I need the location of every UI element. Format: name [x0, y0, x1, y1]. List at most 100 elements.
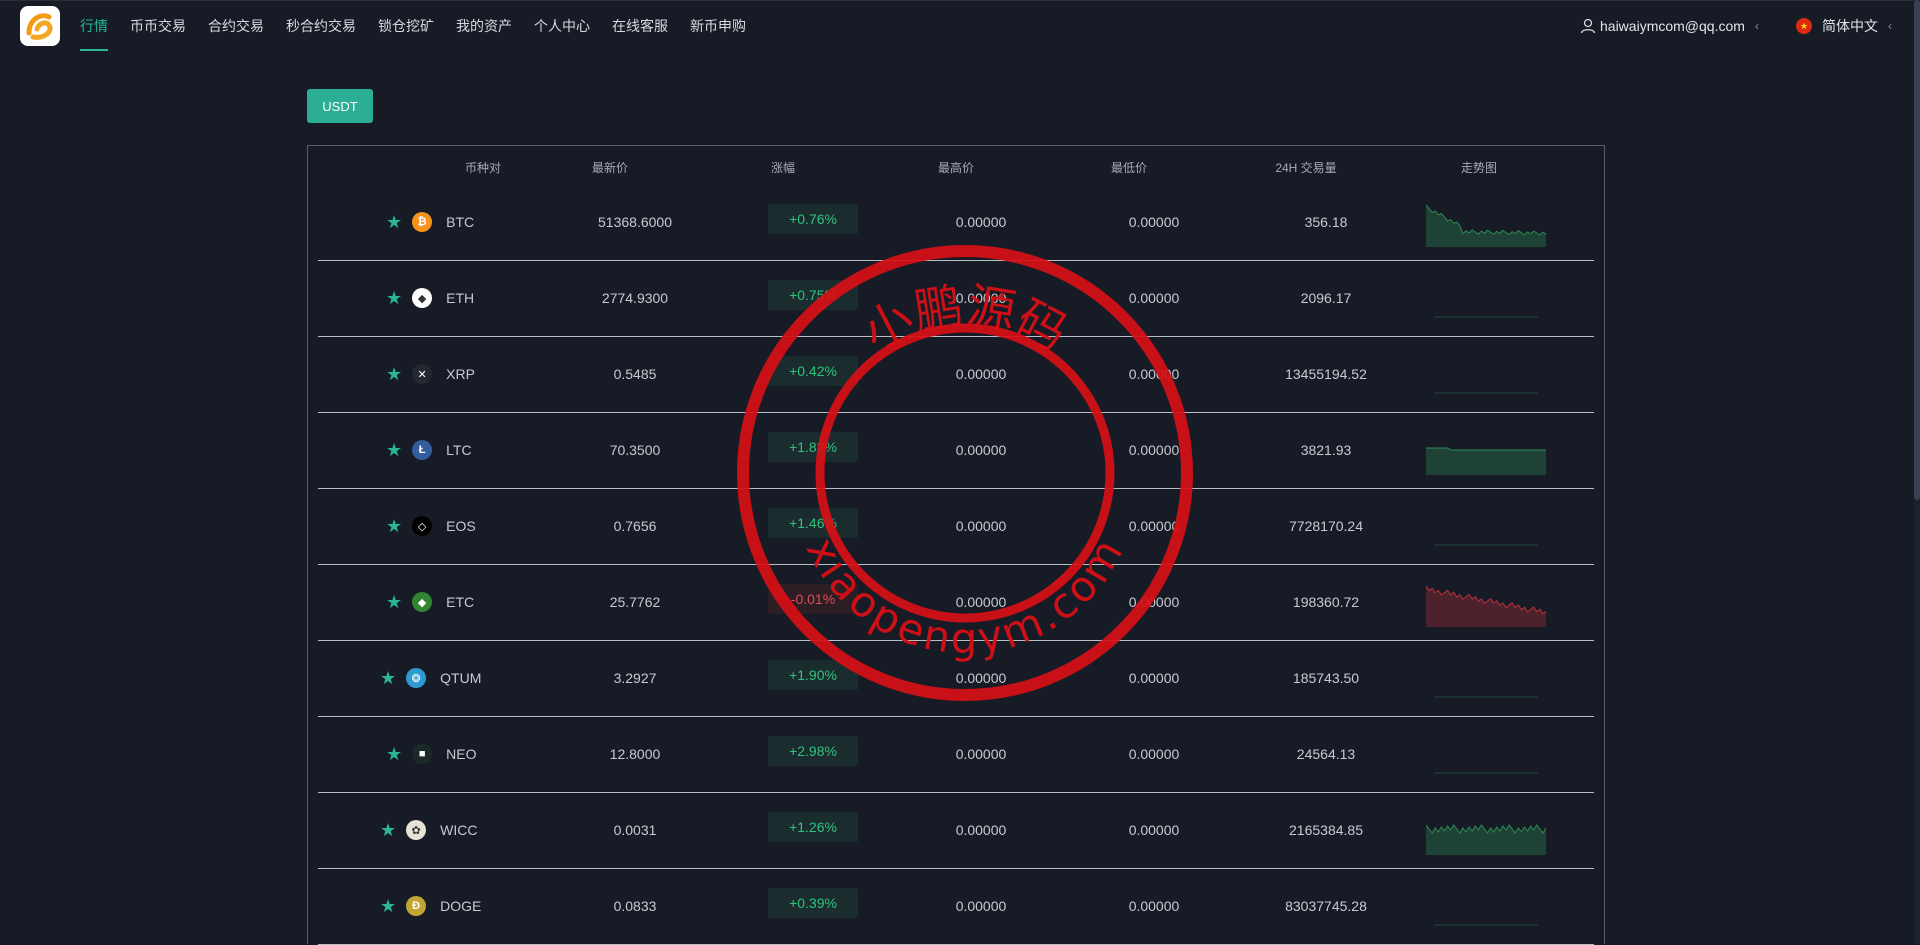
language-selector[interactable]: ★ 简体中文 ‹: [1796, 1, 1892, 51]
high-price-cell: 0.00000: [955, 822, 1007, 838]
scrollbar-thumb[interactable]: [1914, 0, 1920, 500]
low-price-cell: 0.00000: [1128, 594, 1180, 610]
star-favorite-icon[interactable]: ★: [380, 896, 396, 917]
high-price-cell: 0.00000: [955, 518, 1007, 534]
low-price-cell: 0.00000: [1128, 746, 1180, 762]
star-favorite-icon[interactable]: ★: [386, 364, 402, 385]
doge-icon: Ð: [406, 896, 427, 916]
change-badge: +2.98%: [768, 736, 858, 766]
user-menu[interactable]: haiwaiymcom@qq.com ‹: [1580, 1, 1759, 51]
pair-cell: ★ ◆ ETC: [386, 564, 474, 640]
pair-cell: ★ ■ NEO: [386, 716, 476, 792]
pair-cell: ★ ◇ EOS: [386, 488, 476, 564]
nav-item[interactable]: 行情: [80, 1, 108, 51]
nav-item[interactable]: 个人中心: [534, 1, 590, 51]
table-row[interactable]: ★ ₿ BTC 51368.6000 +0.76% 0.00000 0.00000 356.1…: [318, 184, 1594, 261]
pair-cell: ★ ❂ QTUM: [380, 640, 481, 716]
volume-cell: 198360.72: [1292, 594, 1360, 610]
coin-symbol: EOS: [446, 518, 476, 534]
nav-item[interactable]: 新币申购: [690, 1, 746, 51]
low-price-cell: 0.00000: [1128, 670, 1180, 686]
volume-cell: 3821.93: [1300, 442, 1352, 458]
header-change: 涨幅: [770, 161, 795, 175]
nav-item[interactable]: 锁仓挖矿: [378, 1, 434, 51]
logo-icon: [26, 13, 53, 40]
user-icon: [1580, 18, 1596, 34]
sparkline-chart: [1434, 544, 1538, 546]
low-price-cell: 0.00000: [1128, 290, 1180, 306]
table-row[interactable]: ★ ✕ XRP 0.5485 +0.42% 0.00000 0.00000 13455194.…: [318, 336, 1594, 413]
high-price-cell: 0.00000: [955, 214, 1007, 230]
low-price-cell: 0.00000: [1128, 214, 1180, 230]
eos-icon: ◇: [412, 516, 433, 536]
table-row[interactable]: ★ ❂ QTUM 3.2927 +1.90% 0.00000 0.00000 185743.5…: [318, 640, 1594, 717]
pair-cell: ★ Ł LTC: [386, 412, 472, 488]
qtum-icon: ❂: [406, 668, 427, 688]
header-volume: 24H 交易量: [1275, 161, 1337, 175]
user-email: haiwaiymcom@qq.com: [1600, 18, 1745, 34]
change-badge: +0.42%: [768, 356, 858, 386]
last-price-cell: 12.8000: [609, 746, 661, 762]
last-price-cell: 51368.6000: [598, 214, 672, 230]
pair-cell: ★ ◆ ETH: [386, 260, 474, 336]
high-price-cell: 0.00000: [955, 442, 1007, 458]
coin-symbol: LTC: [446, 442, 472, 458]
language-label: 简体中文: [1822, 18, 1878, 34]
star-favorite-icon[interactable]: ★: [380, 820, 396, 841]
chevron-left-icon: ‹: [1754, 19, 1759, 33]
nav-item[interactable]: 秒合约交易: [286, 1, 356, 51]
star-favorite-icon[interactable]: ★: [380, 668, 396, 689]
high-price-cell: 0.00000: [955, 670, 1007, 686]
neo-icon: ■: [412, 744, 433, 764]
scrollbar[interactable]: [1914, 0, 1920, 944]
volume-cell: 356.18: [1304, 214, 1348, 230]
xrp-icon: ✕: [412, 364, 433, 384]
nav-item[interactable]: 合约交易: [208, 1, 264, 51]
etc-icon: ◆: [412, 592, 433, 612]
brand-logo[interactable]: [20, 6, 60, 46]
table-header: 币种对 最新价 涨幅 最高价 最低价 24H 交易量 走势图: [308, 146, 1604, 186]
star-favorite-icon[interactable]: ★: [386, 212, 402, 233]
volume-cell: 2096.17: [1300, 290, 1352, 306]
btc-icon: ₿: [412, 212, 433, 232]
table-row[interactable]: ★ ◇ EOS 0.7656 +1.46% 0.00000 0.00000 7728170.2…: [318, 488, 1594, 565]
last-price-cell: 0.0031: [613, 822, 657, 838]
header-last-price: 最新价: [591, 161, 628, 175]
eth-icon: ◆: [412, 288, 433, 308]
table-row[interactable]: ★ ■ NEO 12.8000 +2.98% 0.00000 0.00000 24564.13: [318, 716, 1594, 793]
coin-symbol: ETH: [446, 290, 475, 306]
coin-symbol: DOGE: [440, 898, 482, 914]
star-favorite-icon[interactable]: ★: [386, 516, 402, 537]
pair-cell: ★ ✕ XRP: [386, 336, 475, 412]
change-badge: +1.90%: [768, 660, 858, 690]
usdt-tab-button[interactable]: USDT: [307, 89, 373, 123]
last-price-cell: 3.2927: [613, 670, 657, 686]
high-price-cell: 0.00000: [955, 898, 1007, 914]
change-badge: +1.82%: [768, 432, 858, 462]
low-price-cell: 0.00000: [1128, 822, 1180, 838]
sparkline-chart: [1426, 585, 1546, 627]
sparkline-chart: [1434, 924, 1538, 926]
sparkline-chart: [1426, 204, 1546, 247]
top-navbar: 行情 币币交易 合约交易 秒合约交易 锁仓挖矿 我的资产 个人中心 在线客服 新币申购 haiw…: [0, 0, 1920, 51]
star-favorite-icon[interactable]: ★: [386, 440, 402, 461]
table-row[interactable]: ★ ◆ ETC 25.7762 -0.01% 0.00000 0.00000 198360.7…: [318, 564, 1594, 641]
table-row[interactable]: ★ Ð DOGE 0.0833 +0.39% 0.00000 0.00000 83037745…: [318, 868, 1594, 945]
change-badge: -0.01%: [768, 584, 858, 614]
table-row[interactable]: ★ Ł LTC 70.3500 +1.82% 0.00000 0.00000 3821.93: [318, 412, 1594, 489]
star-favorite-icon[interactable]: ★: [386, 592, 402, 613]
pair-cell: ★ ₿ BTC: [386, 184, 474, 260]
nav-item[interactable]: 币币交易: [130, 1, 186, 51]
nav-item[interactable]: 我的资产: [456, 1, 512, 51]
star-favorite-icon[interactable]: ★: [386, 288, 402, 309]
coin-symbol: NEO: [446, 746, 477, 762]
nav-item[interactable]: 在线客服: [612, 1, 668, 51]
table-row[interactable]: ★ ✿ WICC 0.0031 +1.26% 0.00000 0.00000 2165384.…: [318, 792, 1594, 869]
table-row[interactable]: ★ ◆ ETH 2774.9300 +0.75% 0.00000 0.00000 2096.1…: [318, 260, 1594, 337]
last-price-cell: 25.7762: [609, 594, 661, 610]
change-badge: +1.46%: [768, 508, 858, 538]
star-favorite-icon[interactable]: ★: [386, 744, 402, 765]
low-price-cell: 0.00000: [1128, 898, 1180, 914]
sparkline-chart: [1426, 447, 1546, 475]
high-price-cell: 0.00000: [955, 366, 1007, 382]
